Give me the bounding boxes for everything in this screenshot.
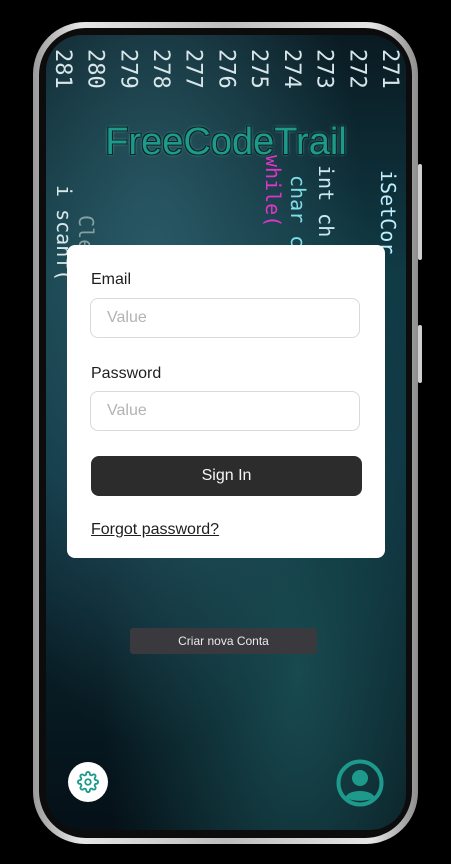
code-fragment: iSetCor bbox=[376, 170, 400, 255]
line-number: 271 bbox=[377, 49, 403, 89]
line-number: 280 bbox=[82, 49, 108, 89]
line-number: 276 bbox=[213, 49, 239, 89]
code-fragment: while( bbox=[261, 155, 285, 228]
profile-button[interactable] bbox=[336, 759, 384, 807]
power-button bbox=[418, 325, 422, 383]
user-circle-icon bbox=[336, 759, 384, 807]
password-label: Password bbox=[91, 365, 162, 382]
line-number: 281 bbox=[49, 49, 75, 89]
password-field[interactable] bbox=[90, 391, 360, 431]
volume-button bbox=[418, 164, 422, 260]
forgot-password-link[interactable]: Forgot password? bbox=[91, 521, 219, 539]
code-fragment: int ch bbox=[314, 165, 338, 238]
app-title: FreeCodeTrail bbox=[105, 121, 347, 163]
code-fragment: char c bbox=[286, 175, 310, 248]
create-account-button[interactable]: Criar nova Conta bbox=[130, 628, 317, 654]
screen: 281 280 279 278 277 276 275 274 273 272 … bbox=[46, 35, 406, 830]
gear-icon bbox=[77, 771, 99, 793]
line-number: 278 bbox=[148, 49, 174, 89]
line-number: 273 bbox=[311, 49, 337, 89]
line-number: 275 bbox=[246, 49, 272, 89]
line-number: 279 bbox=[115, 49, 141, 89]
email-label: Email bbox=[91, 271, 132, 288]
login-card: Email Password Sign In Forgot password? bbox=[67, 245, 385, 558]
sign-in-button[interactable]: Sign In bbox=[91, 456, 362, 496]
line-number: 277 bbox=[180, 49, 206, 89]
email-field[interactable] bbox=[90, 298, 360, 338]
settings-button[interactable] bbox=[68, 762, 108, 802]
line-number: 274 bbox=[278, 49, 304, 89]
code-line-numbers: 281 280 279 278 277 276 275 274 273 272 … bbox=[46, 35, 406, 115]
line-number: 272 bbox=[344, 49, 370, 89]
